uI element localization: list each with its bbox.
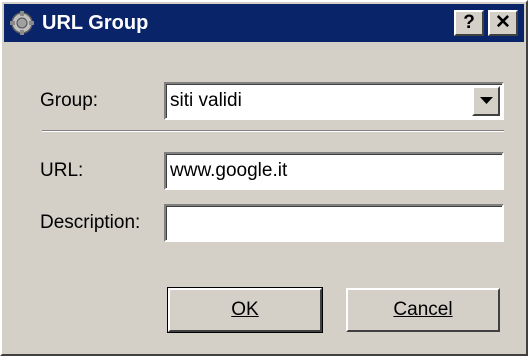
app-icon bbox=[10, 11, 34, 35]
window-title: URL Group bbox=[42, 12, 149, 34]
group-dropdown-button[interactable] bbox=[472, 86, 500, 116]
cancel-button-label: Cancel bbox=[393, 299, 453, 320]
help-icon: ? bbox=[463, 12, 475, 33]
chevron-down-icon bbox=[480, 97, 493, 104]
url-group-dialog: URL Group ? ✕ Group: siti validi URL: ww… bbox=[0, 0, 528, 356]
separator bbox=[42, 130, 504, 132]
help-button[interactable]: ? bbox=[454, 10, 484, 36]
ok-button-label: OK bbox=[231, 299, 259, 320]
description-field[interactable] bbox=[164, 204, 504, 242]
description-label: Description: bbox=[40, 212, 141, 233]
title-bar[interactable]: URL Group ? ✕ bbox=[4, 4, 524, 42]
close-button[interactable]: ✕ bbox=[488, 10, 518, 36]
url-label: URL: bbox=[40, 160, 84, 181]
url-field-value: www.google.it bbox=[170, 160, 288, 181]
cancel-button[interactable]: Cancel bbox=[346, 288, 500, 332]
ok-button[interactable]: OK bbox=[167, 287, 323, 333]
group-select[interactable]: siti validi bbox=[164, 82, 504, 120]
group-select-value: siti validi bbox=[170, 90, 242, 111]
url-field[interactable]: www.google.it bbox=[164, 152, 504, 190]
close-icon: ✕ bbox=[495, 12, 511, 33]
group-label: Group: bbox=[40, 90, 99, 111]
